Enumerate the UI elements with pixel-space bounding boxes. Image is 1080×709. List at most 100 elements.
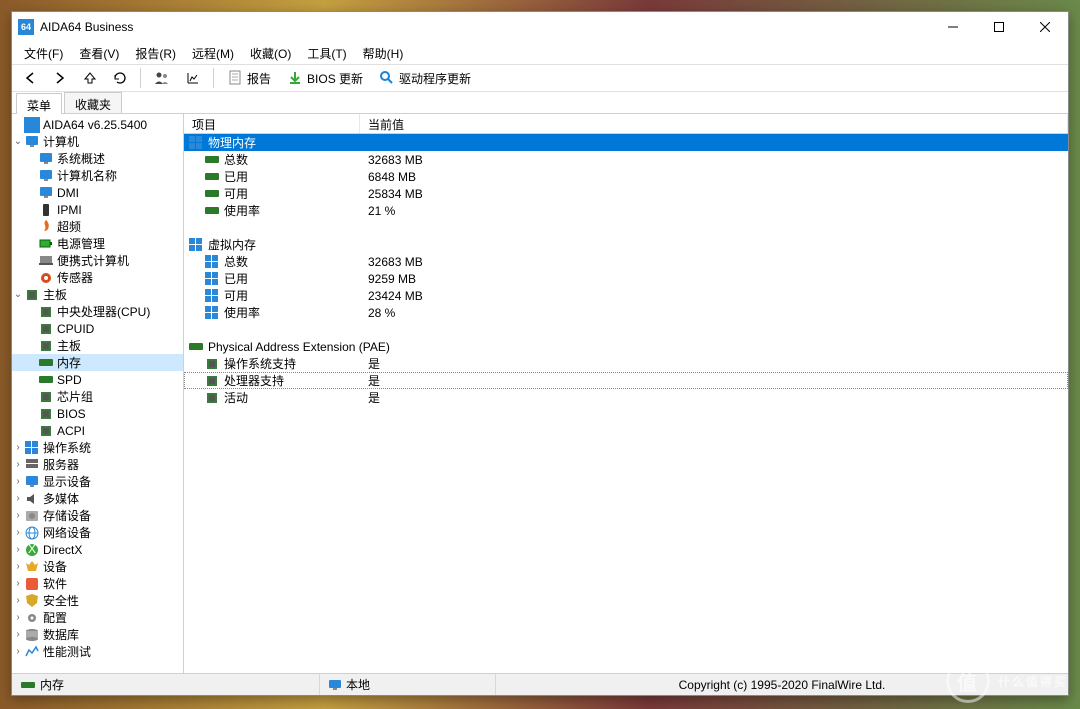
tree-item[interactable]: ›配置 (12, 609, 183, 626)
gear-icon (24, 610, 40, 626)
tree-item[interactable]: 中央处理器(CPU) (12, 303, 183, 320)
menu-item[interactable]: 查看(V) (71, 43, 127, 64)
section-header[interactable]: 物理内存 (184, 134, 1068, 151)
tree-item[interactable]: ›显示设备 (12, 473, 183, 490)
status-copyright: Copyright (c) 1995-2020 FinalWire Ltd. (496, 678, 1068, 692)
net-icon (24, 525, 40, 541)
row-icon (204, 390, 220, 406)
row-icon (204, 254, 220, 270)
detail-row[interactable]: 操作系统支持是 (184, 355, 1068, 372)
tree-item[interactable]: ›操作系统 (12, 439, 183, 456)
tree-item[interactable]: ›软件 (12, 575, 183, 592)
detail-row[interactable]: 使用率28 % (184, 304, 1068, 321)
row-icon (204, 152, 220, 168)
report-icon (227, 70, 243, 86)
sens-icon (38, 270, 54, 286)
nav-back-button[interactable] (18, 69, 42, 87)
col-item[interactable]: 项目 (184, 114, 360, 133)
users-button[interactable] (149, 69, 175, 87)
wr-icon (24, 559, 40, 575)
tab-favorites[interactable]: 收藏夹 (64, 92, 122, 113)
tree-item[interactable]: AIDA64 v6.25.5400 (12, 116, 183, 133)
menu-item[interactable]: 远程(M) (184, 43, 242, 64)
svg-text:X: X (28, 542, 36, 556)
detail-row[interactable]: 活动是 (184, 389, 1068, 406)
tree-item[interactable]: SPD (12, 371, 183, 388)
tree-item[interactable]: 芯片组 (12, 388, 183, 405)
menu-item[interactable]: 文件(F) (16, 43, 71, 64)
shld-icon (24, 593, 40, 609)
tree-item[interactable]: ›多媒体 (12, 490, 183, 507)
tree-item[interactable]: DMI (12, 184, 183, 201)
menu-item[interactable]: 收藏(O) (242, 43, 299, 64)
row-icon (204, 288, 220, 304)
mon-icon (24, 474, 40, 490)
tree-item[interactable]: 超频 (12, 218, 183, 235)
tree-item[interactable]: ACPI (12, 422, 183, 439)
tree-item[interactable]: CPUID (12, 320, 183, 337)
mon-icon (24, 134, 40, 150)
tree-item[interactable]: ›服务器 (12, 456, 183, 473)
section-header[interactable]: Physical Address Extension (PAE) (184, 338, 1068, 355)
hdd-icon (24, 508, 40, 524)
detail-row[interactable]: 总数32683 MB (184, 151, 1068, 168)
tree-item[interactable]: 便携式计算机 (12, 252, 183, 269)
tree-pane[interactable]: AIDA64 v6.25.5400⌄计算机 系统概述 计算机名称 DMI IPM… (12, 114, 184, 673)
chip-icon (24, 287, 40, 303)
tree-item[interactable]: ›数据库 (12, 626, 183, 643)
detail-row[interactable]: 处理器支持是 (184, 372, 1068, 389)
menu-item[interactable]: 工具(T) (299, 43, 354, 64)
memory-icon (188, 135, 204, 151)
detail-row[interactable]: 可用25834 MB (184, 185, 1068, 202)
report-button[interactable]: 报告 (222, 68, 276, 89)
tree-item[interactable]: 传感器 (12, 269, 183, 286)
minimize-button[interactable] (930, 12, 976, 42)
tree-item[interactable]: 内存 (12, 354, 183, 371)
mon-icon (38, 151, 54, 167)
detail-row[interactable]: 总数32683 MB (184, 253, 1068, 270)
close-button[interactable] (1022, 12, 1068, 42)
detail-row[interactable]: 已用9259 MB (184, 270, 1068, 287)
sidebar-tabs: 菜单 收藏夹 (12, 92, 1068, 114)
tree-item[interactable]: BIOS (12, 405, 183, 422)
detail-row[interactable]: 可用23424 MB (184, 287, 1068, 304)
driver-update-button[interactable]: 驱动程序更新 (374, 68, 476, 89)
tree-item[interactable]: ⌄计算机 (12, 133, 183, 150)
tree-item[interactable]: 计算机名称 (12, 167, 183, 184)
tree-item[interactable]: ›XDirectX (12, 541, 183, 558)
col-value[interactable]: 当前值 (360, 114, 1068, 133)
nav-up-button[interactable] (78, 69, 102, 87)
driver-label: 驱动程序更新 (399, 70, 471, 87)
report-label: 报告 (247, 70, 271, 87)
tree-item[interactable]: ⌄主板 (12, 286, 183, 303)
app-window: 64 AIDA64 Business 文件(F)查看(V)报告(R)远程(M)收… (11, 11, 1069, 696)
chip-icon (38, 321, 54, 337)
tree-item[interactable]: 系统概述 (12, 150, 183, 167)
status-left: 内存 (12, 674, 320, 695)
tree-item[interactable]: IPMI (12, 201, 183, 218)
tree-item[interactable]: 主板 (12, 337, 183, 354)
bios-update-button[interactable]: BIOS 更新 (282, 68, 368, 89)
tree-item[interactable]: ›性能测试 (12, 643, 183, 660)
maximize-button[interactable] (976, 12, 1022, 42)
detail-row[interactable]: 使用率21 % (184, 202, 1068, 219)
tree-item[interactable]: ›存储设备 (12, 507, 183, 524)
tab-menu[interactable]: 菜单 (16, 93, 62, 114)
mon-icon (38, 168, 54, 184)
chip-icon (38, 406, 54, 422)
chip-icon (38, 304, 54, 320)
app-icon (24, 576, 40, 592)
tree-item[interactable]: 电源管理 (12, 235, 183, 252)
tree-item[interactable]: ›网络设备 (12, 524, 183, 541)
nav-forward-button[interactable] (48, 69, 72, 87)
menu-item[interactable]: 报告(R) (127, 43, 184, 64)
bios-label: BIOS 更新 (307, 70, 363, 87)
section-header[interactable]: 虚拟内存 (184, 236, 1068, 253)
refresh-button[interactable] (108, 69, 132, 87)
row-icon (204, 373, 220, 389)
tree-item[interactable]: ›安全性 (12, 592, 183, 609)
detail-row[interactable]: 已用6848 MB (184, 168, 1068, 185)
menu-item[interactable]: 帮助(H) (355, 43, 412, 64)
chart-button[interactable] (181, 69, 205, 87)
tree-item[interactable]: ›设备 (12, 558, 183, 575)
